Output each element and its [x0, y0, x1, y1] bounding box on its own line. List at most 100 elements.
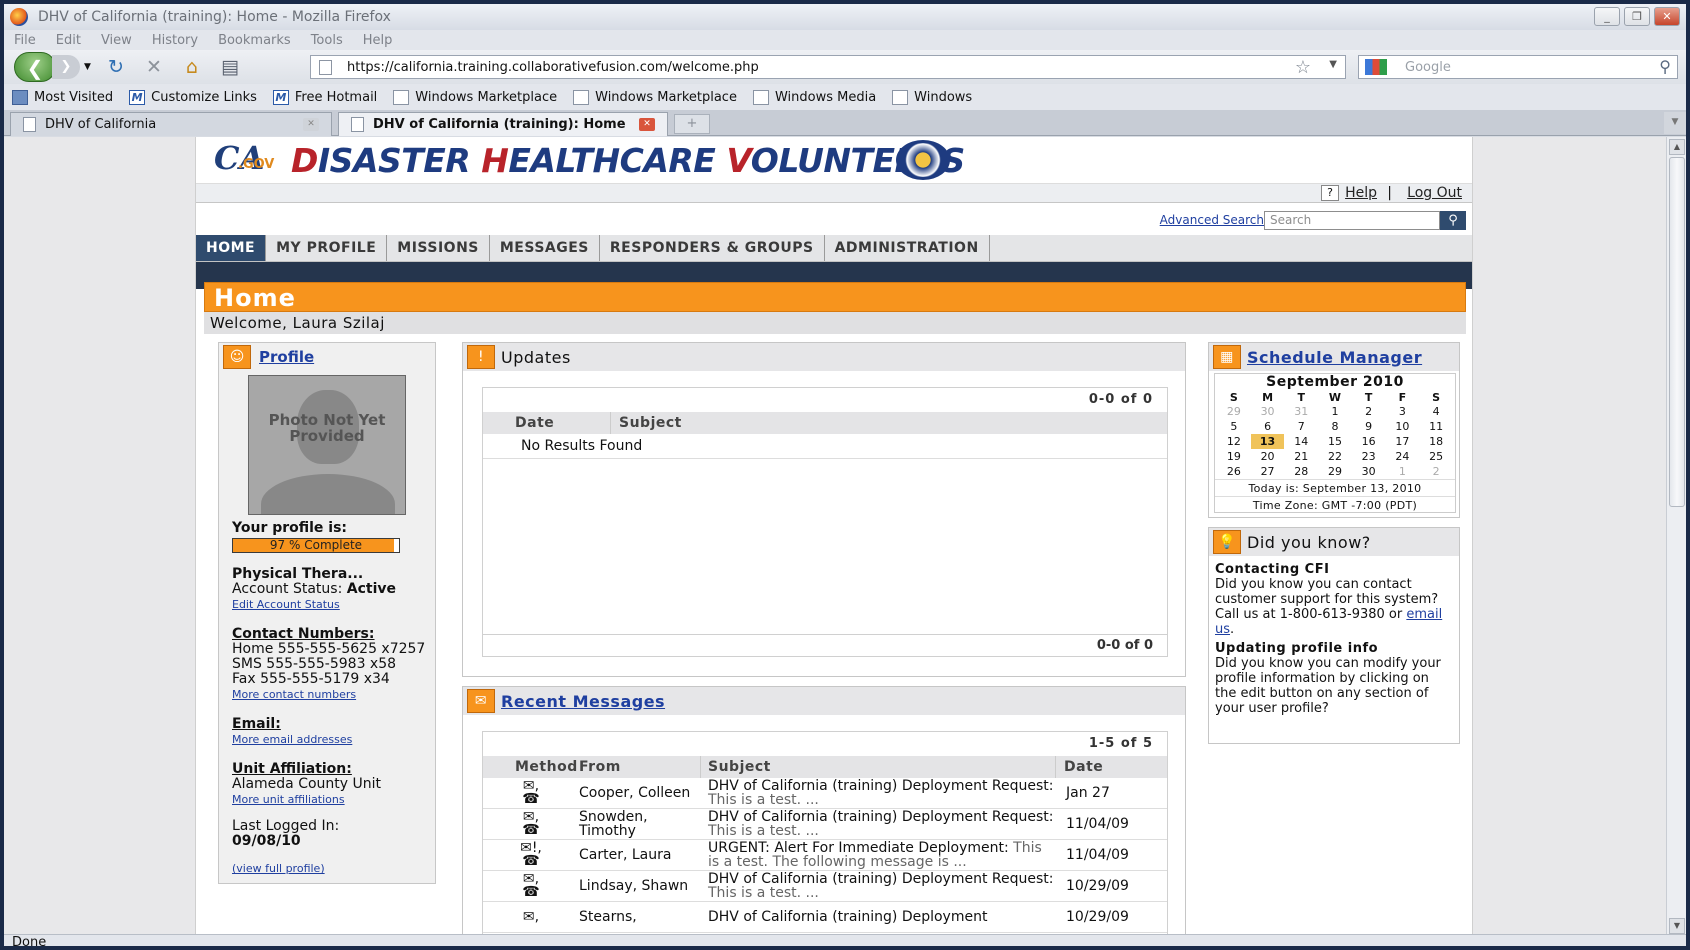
bookmark-windows-marketplace[interactable]: Windows Marketplace	[393, 89, 557, 105]
bookmark-free-hotmail[interactable]: M Free Hotmail	[272, 89, 377, 105]
scroll-thumb[interactable]	[1669, 157, 1685, 507]
message-subject[interactable]: DHV of California (training) Deployment	[701, 910, 1056, 924]
calendar-day[interactable]: 9	[1352, 419, 1386, 434]
calendar-day[interactable]: 5	[1217, 419, 1251, 434]
bookmark-customize-links[interactable]: M Customize Links	[129, 89, 257, 105]
col-from[interactable]: From	[579, 756, 701, 778]
calendar-day[interactable]: 1	[1386, 464, 1420, 479]
calendar-day[interactable]: 3	[1386, 404, 1420, 419]
calendar-day[interactable]: 30	[1352, 464, 1386, 479]
col-subject[interactable]: Subject	[701, 756, 1056, 778]
site-search-input[interactable]: Search	[1264, 211, 1440, 230]
vertical-scrollbar[interactable]: ▲ ▼	[1666, 137, 1686, 936]
menu-bookmarks[interactable]: Bookmarks	[218, 33, 291, 48]
tab-dhv-california[interactable]: DHV of California ✕	[10, 112, 332, 136]
logout-link[interactable]: Log Out	[1407, 185, 1462, 201]
calendar-day[interactable]: 15	[1318, 434, 1352, 449]
calendar-day[interactable]: 8	[1318, 419, 1352, 434]
message-subject[interactable]: DHV of California (training) Deployment …	[701, 872, 1056, 900]
scroll-up-icon[interactable]: ▲	[1669, 139, 1685, 155]
tab-list-icon[interactable]: ▼	[1664, 112, 1686, 134]
home-icon[interactable]: ⌂	[179, 56, 205, 78]
menu-help[interactable]: Help	[363, 33, 393, 48]
calendar-day[interactable]: 7	[1284, 419, 1318, 434]
message-row[interactable]: ✉, ☎ Lindsay, Shawn DHV of California (tr…	[483, 871, 1167, 902]
calendar-day[interactable]: 1	[1318, 404, 1352, 419]
bookmark-windows[interactable]: Windows	[892, 89, 972, 105]
scroll-down-icon[interactable]: ▼	[1669, 918, 1685, 934]
calendar-day[interactable]: 28	[1284, 464, 1318, 479]
calendar-day[interactable]: 29	[1318, 464, 1352, 479]
close-tab-icon[interactable]: ✕	[639, 118, 655, 131]
forward-button[interactable]: ❯	[52, 55, 80, 79]
calendar-day[interactable]: 16	[1352, 434, 1386, 449]
advanced-search-link[interactable]: Advanced Search	[1160, 213, 1264, 227]
calendar-day[interactable]: 6	[1251, 419, 1285, 434]
calendar-day[interactable]: 19	[1217, 449, 1251, 464]
history-dropdown-icon[interactable]: ▼	[84, 62, 91, 72]
stop-icon[interactable]: ✕	[141, 56, 167, 78]
calendar-day[interactable]: 24	[1386, 449, 1420, 464]
nav-my-profile[interactable]: MY PROFILE	[266, 235, 388, 261]
calendar-day[interactable]: 17	[1386, 434, 1420, 449]
print-icon[interactable]: ▤	[217, 56, 243, 78]
message-subject[interactable]: DHV of California (training) Deployment …	[701, 810, 1056, 838]
col-subject[interactable]: Subject	[611, 412, 682, 434]
menu-edit[interactable]: Edit	[56, 33, 81, 48]
edit-account-status-link[interactable]: Edit Account Status	[232, 598, 340, 611]
bookmark-windows-marketplace-2[interactable]: Windows Marketplace	[573, 89, 737, 105]
message-row[interactable]: ✉, ☎ Cooper, Colleen DHV of California (t…	[483, 778, 1167, 809]
close-window-button[interactable]: ✕	[1654, 7, 1680, 26]
more-email-link[interactable]: More email addresses	[232, 733, 352, 746]
bookmark-windows-media[interactable]: Windows Media	[752, 89, 876, 105]
message-row[interactable]: ✉!, ☎ Carter, Laura URGENT: Alert For Imm…	[483, 840, 1167, 871]
calendar-day[interactable]: 22	[1318, 449, 1352, 464]
bookmark-most-visited[interactable]: Most Visited	[12, 89, 113, 105]
more-contact-numbers-link[interactable]: More contact numbers	[232, 688, 356, 701]
menu-view[interactable]: View	[101, 33, 132, 48]
calendar-day[interactable]: 12	[1217, 434, 1251, 449]
nav-home[interactable]: HOME	[196, 235, 267, 261]
nav-messages[interactable]: MESSAGES	[490, 235, 600, 261]
schedule-manager-link[interactable]: Schedule Manager	[1247, 348, 1422, 367]
menu-history[interactable]: History	[152, 33, 198, 48]
url-dropdown-icon[interactable]: ▼	[1329, 59, 1337, 70]
google-icon[interactable]	[1365, 59, 1387, 75]
calendar-day[interactable]: 13	[1250, 434, 1285, 449]
calendar-day[interactable]: 25	[1419, 449, 1453, 464]
profile-link[interactable]: Profile	[259, 348, 314, 366]
minimize-button[interactable]: _	[1594, 7, 1620, 26]
calendar-day[interactable]: 2	[1419, 464, 1453, 479]
tab-dhv-home[interactable]: DHV of California (training): Home ✕	[338, 112, 668, 136]
menu-tools[interactable]: Tools	[311, 33, 343, 48]
calendar-day[interactable]: 10	[1386, 419, 1420, 434]
maximize-button[interactable]: ❐	[1624, 7, 1650, 26]
calendar-day[interactable]: 27	[1251, 464, 1285, 479]
browser-search-box[interactable]: Google ⚲	[1358, 55, 1678, 79]
message-row[interactable]: ✉, Stearns, DHV of California (training)…	[483, 902, 1167, 933]
site-search-button[interactable]: ⚲	[1440, 211, 1466, 230]
calendar-day[interactable]: 4	[1419, 404, 1453, 419]
nav-missions[interactable]: MISSIONS	[387, 235, 490, 261]
new-tab-button[interactable]: +	[674, 114, 710, 134]
nav-administration[interactable]: ADMINISTRATION	[825, 235, 990, 261]
back-button[interactable]: ❮	[14, 52, 56, 82]
close-tab-icon[interactable]: ✕	[303, 118, 319, 131]
col-method[interactable]: Method	[483, 756, 579, 778]
calendar-day[interactable]: 31	[1284, 404, 1318, 419]
recent-messages-link[interactable]: Recent Messages	[501, 692, 665, 711]
calendar-day[interactable]: 29	[1217, 404, 1251, 419]
url-bar[interactable]: https://california.training.collaborativ…	[310, 55, 1346, 79]
col-date[interactable]: Date	[483, 412, 611, 434]
reload-icon[interactable]: ↻	[103, 56, 129, 78]
search-icon[interactable]: ⚲	[1659, 57, 1671, 76]
calendar-day[interactable]: 2	[1352, 404, 1386, 419]
calendar-day[interactable]: 20	[1251, 449, 1285, 464]
message-subject[interactable]: URGENT: Alert For Immediate Deployment: …	[701, 841, 1056, 869]
col-date[interactable]: Date	[1056, 756, 1103, 778]
calendar-day[interactable]: 14	[1284, 434, 1318, 449]
calendar-day[interactable]: 26	[1217, 464, 1251, 479]
message-row[interactable]: ✉, ☎ Snowden, Timothy DHV of California (…	[483, 809, 1167, 840]
calendar-day[interactable]: 23	[1352, 449, 1386, 464]
calendar-day[interactable]: 18	[1419, 434, 1453, 449]
